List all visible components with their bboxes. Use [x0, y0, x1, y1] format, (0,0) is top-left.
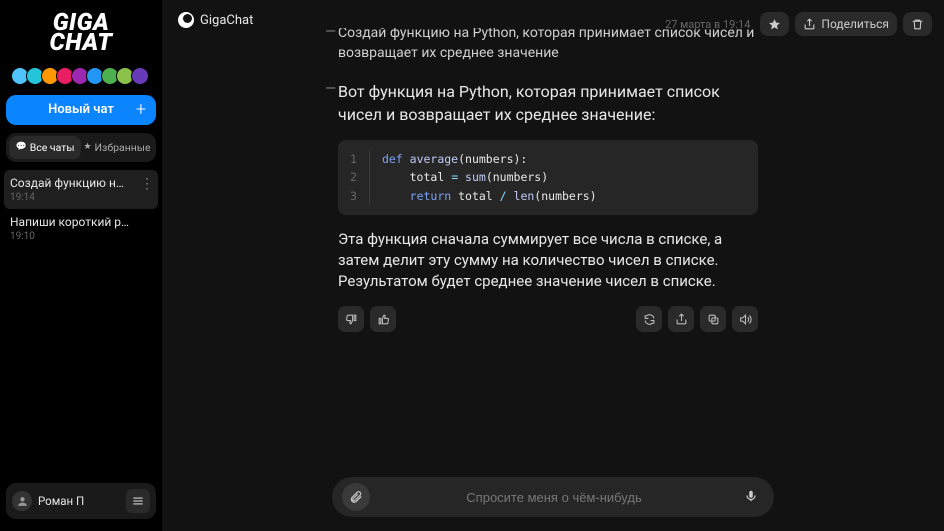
brand-icon [178, 12, 194, 28]
conversation: — Создай функцию на Python, которая прин… [162, 28, 944, 477]
chat-item-more-icon[interactable]: ⋮ [140, 176, 154, 192]
assistant-avatar-icon[interactable] [131, 67, 149, 85]
chat-item-time: 19:14 [10, 192, 152, 203]
assistant-intro-text: Вот функция на Python, которая принимает… [338, 81, 758, 126]
star-icon: ★ [83, 142, 91, 152]
share-message-button[interactable] [668, 306, 694, 332]
speak-button[interactable] [732, 306, 758, 332]
user-name: Роман П [38, 494, 120, 508]
chat-filter-tabs: 💬 Все чаты ★ Избранные [6, 133, 156, 162]
attach-button[interactable] [342, 483, 370, 511]
app-logo: GIGA CHAT [4, 8, 158, 63]
dash-icon: — [324, 28, 338, 63]
user-avatar-icon[interactable] [12, 491, 32, 511]
regenerate-button[interactable] [636, 306, 662, 332]
new-chat-label: Новый чат [48, 102, 114, 117]
menu-button[interactable] [126, 489, 150, 513]
code-block: 123 def average(numbers): total = sum(nu… [338, 140, 758, 215]
favorite-button[interactable] [760, 12, 789, 36]
tab-all-chats[interactable]: 💬 Все чаты [9, 136, 81, 159]
message-actions [338, 306, 758, 332]
share-button[interactable]: Поделиться [795, 12, 897, 36]
main-panel: GigaChat 27 марта в 19:14 Поделиться — С… [162, 0, 944, 531]
line-numbers: 123 [350, 150, 370, 205]
chat-icon: 💬 [16, 142, 27, 152]
brand: GigaChat [178, 12, 338, 28]
brand-label: GigaChat [200, 13, 253, 28]
sidebar: GIGA CHAT Новый чат + 💬 Все чаты ★ Избра… [0, 0, 162, 531]
chat-item-time: 19:10 [10, 231, 152, 242]
tab-fav-label: Избранные [95, 141, 151, 154]
tab-all-label: Все чаты [30, 141, 75, 154]
top-actions: 27 марта в 19:14 Поделиться [665, 12, 932, 36]
mic-button[interactable] [738, 488, 764, 507]
chat-timestamp: 27 марта в 19:14 [665, 18, 750, 31]
message-input-bar [332, 477, 774, 517]
code-content: def average(numbers): total = sum(number… [382, 150, 597, 205]
tab-favorites[interactable]: ★ Избранные [81, 136, 153, 159]
copy-button[interactable] [700, 306, 726, 332]
sidebar-footer: Роман П [6, 483, 156, 519]
dash-icon: — [324, 81, 338, 332]
plus-icon: + [136, 99, 146, 120]
chat-list: Создай функцию на Py... 19:14 ⋮ Напиши к… [4, 170, 158, 479]
thumbs-up-button[interactable] [370, 306, 396, 332]
chat-list-item[interactable]: Создай функцию на Py... 19:14 ⋮ [4, 170, 158, 209]
assistant-message: — Вот функция на Python, которая принима… [324, 81, 928, 332]
message-input[interactable] [370, 490, 738, 505]
new-chat-button[interactable]: Новый чат + [6, 95, 156, 125]
assistant-outro-text: Эта функция сначала суммирует все числа … [338, 229, 758, 292]
chat-item-title: Напиши короткий расс... [10, 215, 130, 229]
assistant-avatars-row[interactable] [4, 63, 158, 95]
delete-button[interactable] [903, 12, 932, 36]
chat-list-item[interactable]: Напиши короткий расс... 19:10 [4, 209, 158, 248]
chat-item-title: Создай функцию на Py... [10, 176, 130, 190]
thumbs-down-button[interactable] [338, 306, 364, 332]
share-label: Поделиться [821, 17, 889, 31]
